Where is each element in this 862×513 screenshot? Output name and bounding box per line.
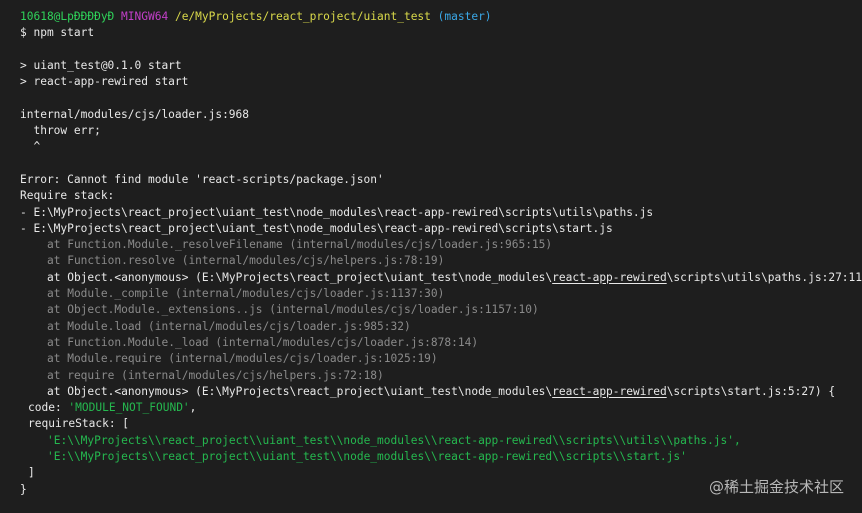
stack-frame-text: at Object.<anonymous> (E:\MyProjects\rea… bbox=[47, 270, 553, 284]
code-value: 'MODULE_NOT_FOUND' bbox=[68, 401, 190, 415]
stack-frame-link[interactable]: react-app-rewired bbox=[552, 271, 667, 284]
script-line: > react-app-rewired start bbox=[20, 75, 189, 89]
stack-frame-highlight: at Object.<anonymous> (E:\MyProjects\rea… bbox=[20, 384, 862, 400]
stack-frame-text: \scripts\start.js:5:27) { bbox=[666, 384, 836, 398]
stack-frame-highlight: at Object.<anonymous> (E:\MyProjects\rea… bbox=[20, 270, 862, 286]
stack-frame: at Object.Module._extensions..js (intern… bbox=[47, 303, 539, 317]
require-stack-key: requireStack: [ bbox=[28, 417, 130, 431]
require-stack-value: 'E:\\MyProjects\\react_project\\uiant_te… bbox=[47, 450, 687, 464]
stack-frame: at Module.require (internal/modules/cjs/… bbox=[47, 352, 438, 366]
prompt-user-host: 10618@LpÐÐÐÐyÐ bbox=[20, 10, 115, 23]
stack-frame-text: \scripts\utils\paths.js:27:11) bbox=[666, 270, 862, 284]
stack-frame-link[interactable]: react-app-rewired bbox=[552, 385, 667, 398]
prompt-path: /e/MyProjects/react_project/uiant_test bbox=[174, 10, 431, 23]
stack-frame: at Function.Module._load (internal/modul… bbox=[47, 335, 479, 349]
command-line: $ npm start bbox=[20, 26, 95, 40]
loader-line: ^ bbox=[20, 140, 41, 154]
stack-frame: at require (internal/modules/cjs/helpers… bbox=[47, 368, 384, 382]
error-message: Error: Cannot find module 'react-scripts… bbox=[20, 172, 384, 186]
error-code-line: code: 'MODULE_NOT_FOUND', bbox=[20, 400, 862, 416]
prompt-line: 10618@LpÐÐÐÐyÐ MINGW64 /e/MyProjects/rea… bbox=[20, 9, 862, 25]
require-stack-item: - E:\MyProjects\react_project\uiant_test… bbox=[20, 221, 613, 235]
loader-line: internal/modules/cjs/loader.js:968 bbox=[20, 107, 250, 121]
stack-frame: at Module.load (internal/modules/cjs/loa… bbox=[47, 319, 411, 333]
stack-frame: at Function.resolve (internal/modules/cj… bbox=[47, 254, 445, 268]
require-stack-value: 'E:\\MyProjects\\react_project\\uiant_te… bbox=[47, 433, 741, 447]
require-stack-item: - E:\MyProjects\react_project\uiant_test… bbox=[20, 205, 654, 219]
stack-frame: at Function.Module._resolveFilename (int… bbox=[47, 238, 553, 252]
stack-frame-text: at Object.<anonymous> (E:\MyProjects\rea… bbox=[47, 384, 553, 398]
code-key: code: bbox=[28, 401, 69, 415]
terminal-window[interactable]: 10618@LpÐÐÐÐyÐ MINGW64 /e/MyProjects/rea… bbox=[0, 0, 862, 513]
script-line: > uiant_test@0.1.0 start bbox=[20, 58, 182, 72]
prompt-branch: (master) bbox=[437, 10, 492, 23]
loader-line: throw err; bbox=[20, 124, 101, 138]
code-tail: , bbox=[189, 401, 197, 415]
require-stack-header: Require stack: bbox=[20, 189, 115, 203]
stack-frame: at Module._compile (internal/modules/cjs… bbox=[47, 287, 445, 301]
watermark: @稀土掘金技术社区 bbox=[708, 477, 844, 496]
prompt-shell: MINGW64 bbox=[121, 10, 169, 23]
